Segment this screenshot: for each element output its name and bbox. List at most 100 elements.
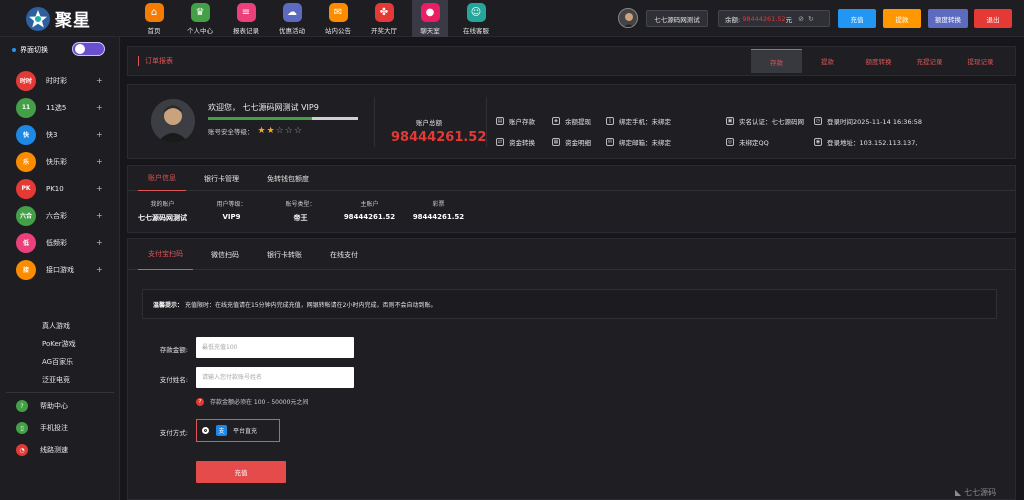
crown-icon: ♛ [190,3,210,22]
game-list: 时时 时时彩 + 11 11选5 + 快 快3 + 乐 快乐彩 + PK PK10 + 六合 六合彩 +… [0,67,120,283]
fund-transfer-link[interactable]: ⇄ 资金转换 [496,137,535,147]
nav-profile[interactable]: ♛ 个人中心 [182,0,218,37]
recharge-button[interactable]: 充值 [838,9,876,28]
bind-email-link[interactable]: ✉ 绑定邮箱：未绑定 [606,137,671,147]
realname-status[interactable]: ▣ 实名认证：七七源码网 [726,116,804,126]
sidebar-item-label: 六合彩 [46,211,67,220]
plus-icon[interactable]: + [96,76,103,85]
payer-name-input[interactable] [196,367,354,388]
plus-icon[interactable]: + [96,211,103,220]
total-balance-label: 账户总额 [416,119,442,127]
fund-detail-link[interactable]: ▦ 资金明细 [552,137,591,147]
submit-recharge-button[interactable]: 充值 [196,461,286,483]
account-cell: 我的账户 七七源码网测试 [128,199,197,223]
happy-icon: 乐 [16,151,36,172]
watermark-logo-icon: ◣ [955,488,962,497]
sidebar-item-ssc[interactable]: 时时 时时彩 + [0,67,120,94]
sub-item-ag-baccarat[interactable]: AG百家乐 [0,353,120,371]
sub-item-live[interactable]: 真人游戏 [0,317,120,335]
balance-withdraw-link[interactable]: ◈ 余额提现 [552,116,591,126]
qq-status[interactable]: ◎ 未绑定QQ [726,137,769,147]
link-label: 实名认证：七七源码网 [739,118,804,126]
eye-off-icon[interactable]: ⊘ [798,15,804,23]
plus-icon[interactable]: + [96,265,103,274]
balance-box: 余额: 98444261.52 元 ⊘ ↻ [718,10,830,27]
ssc-icon: 时时 [16,70,36,91]
payment-tabs: 支付宝扫码 微信扫码 银行卡转账 在线支付 [128,239,1015,270]
sidebar-item-help[interactable]: ? 帮助中心 [0,395,120,417]
badge: 六合 [19,213,32,220]
nav-reports[interactable]: ≡ 报表记录 [228,0,264,37]
ui-switch-toggle[interactable] [72,42,105,56]
payment-method-option[interactable]: 支 平台直充 [196,419,280,442]
gift-icon: ☁ [282,3,302,22]
logo[interactable]: 聚星 [26,6,91,31]
avatar[interactable] [618,8,638,28]
mobile-icon: ▯ [16,422,28,434]
cell-value: 七七源码网测试 [138,214,187,222]
sidebar-item-mobile[interactable]: ▯ 手机投注 [0,417,120,439]
tab-recharge-records[interactable]: 充提记录 [904,49,955,73]
avatar[interactable] [151,99,195,143]
nav-announcements[interactable]: ✉ 站内公告 [320,0,356,37]
sidebar-item-label: 快乐彩 [46,157,67,166]
convert-button[interactable]: 额度转换 [928,9,968,28]
tab-deposit[interactable]: 存款 [751,49,802,73]
nav-home[interactable]: ⌂ 首页 [136,0,172,37]
withdraw-button[interactable]: 提款 [883,9,921,28]
hint-text: 存款金额必须在 100 - 50000元之间 [210,399,309,406]
tab-account-info[interactable]: 账户信息 [138,166,186,191]
deposit-link[interactable]: ▤ 账户存款 [496,116,535,126]
security-level: 账号安全等级： ★ ★ ☆ ☆ ☆ [208,126,302,136]
sidebar-item-happy[interactable]: 乐 快乐彩 + [0,148,120,175]
sidebar-item-k3[interactable]: 快 快3 + [0,121,120,148]
sidebar-item-mark-six[interactable]: 六合 六合彩 + [0,202,120,229]
tab-online-pay[interactable]: 在线支付 [320,239,368,270]
nav-promotions[interactable]: ☁ 优惠活动 [274,0,310,37]
plus-icon[interactable]: + [96,130,103,139]
radio-selected[interactable] [202,427,209,434]
tab-convert[interactable]: 额度转换 [853,49,904,73]
refresh-icon[interactable]: ↻ [808,15,814,23]
sidebar-item-speed[interactable]: ◔ 线路测速 [0,439,120,461]
email-icon: ✉ [606,138,614,146]
tab-alipay-scan[interactable]: 支付宝扫码 [138,239,193,270]
sidebar-item-11x5[interactable]: 11 11选5 + [0,94,120,121]
nav-lottery-hall[interactable]: ✤ 开奖大厅 [366,0,402,37]
help-list: ? 帮助中心 ▯ 手机投注 ◔ 线路测速 [0,395,120,461]
tab-wallet-limit[interactable]: 免转钱包额度 [257,166,319,191]
badge: 快 [22,132,29,139]
page-title: 订单报表 [138,56,173,66]
account-tabs: 账户信息 银行卡管理 免转钱包额度 [128,166,1015,191]
logout-button[interactable]: 退出 [974,9,1012,28]
sidebar: 界面切换 时时 时时彩 + 11 11选5 + 快 快3 + 乐 快乐彩 + PK PK10 + 六… [0,37,120,500]
cell-key: 彩票 [432,201,445,208]
plus-icon[interactable]: + [96,157,103,166]
divider [486,97,487,147]
plus-icon[interactable]: + [96,238,103,247]
tab-withdraw[interactable]: 提款 [802,49,853,73]
mail-icon: ✉ [328,3,348,22]
sidebar-item-low-freq[interactable]: 低 低频彩 + [0,229,120,256]
cell-value: VIP9 [222,213,241,221]
tab-bank-transfer[interactable]: 银行卡转账 [257,239,312,270]
payer-name-label: 支付姓名: [159,376,188,384]
sub-item-esports[interactable]: 泛亚电竞 [0,371,120,389]
tab-wechat-scan[interactable]: 微信扫码 [201,239,249,270]
service-icon: ☺ [466,3,486,22]
tab-bank-cards[interactable]: 银行卡管理 [194,166,249,191]
balance-unit: 元 [785,15,793,24]
sidebar-item-api-games[interactable]: 接 接口游戏 + [0,256,120,283]
sub-item-poker[interactable]: PoKer游戏 [0,335,120,353]
tab-withdraw-records[interactable]: 提现记录 [955,49,1006,73]
amount-input[interactable] [196,337,354,358]
plus-icon[interactable]: + [96,103,103,112]
api-game-sublist: 真人游戏 PoKer游戏 AG百家乐 泛亚电竞 [0,317,120,389]
main-nav: ⌂ 首页 ♛ 个人中心 ≡ 报表记录 ☁ 优惠活动 ✉ 站内公告 ✤ 开奖大厅 ● 聊天室 ☺… [136,0,504,37]
report-tabs: 存款 提款 额度转换 充提记录 提现记录 [751,49,1006,73]
plus-icon[interactable]: + [96,184,103,193]
sidebar-item-pk10[interactable]: PK PK10 + [0,175,120,202]
nav-online-service[interactable]: ☺ 在线客服 [458,0,494,37]
nav-chat-room[interactable]: ● 聊天室 [412,0,448,37]
bind-phone-link[interactable]: ▯ 绑定手机：未绑定 [606,116,671,126]
